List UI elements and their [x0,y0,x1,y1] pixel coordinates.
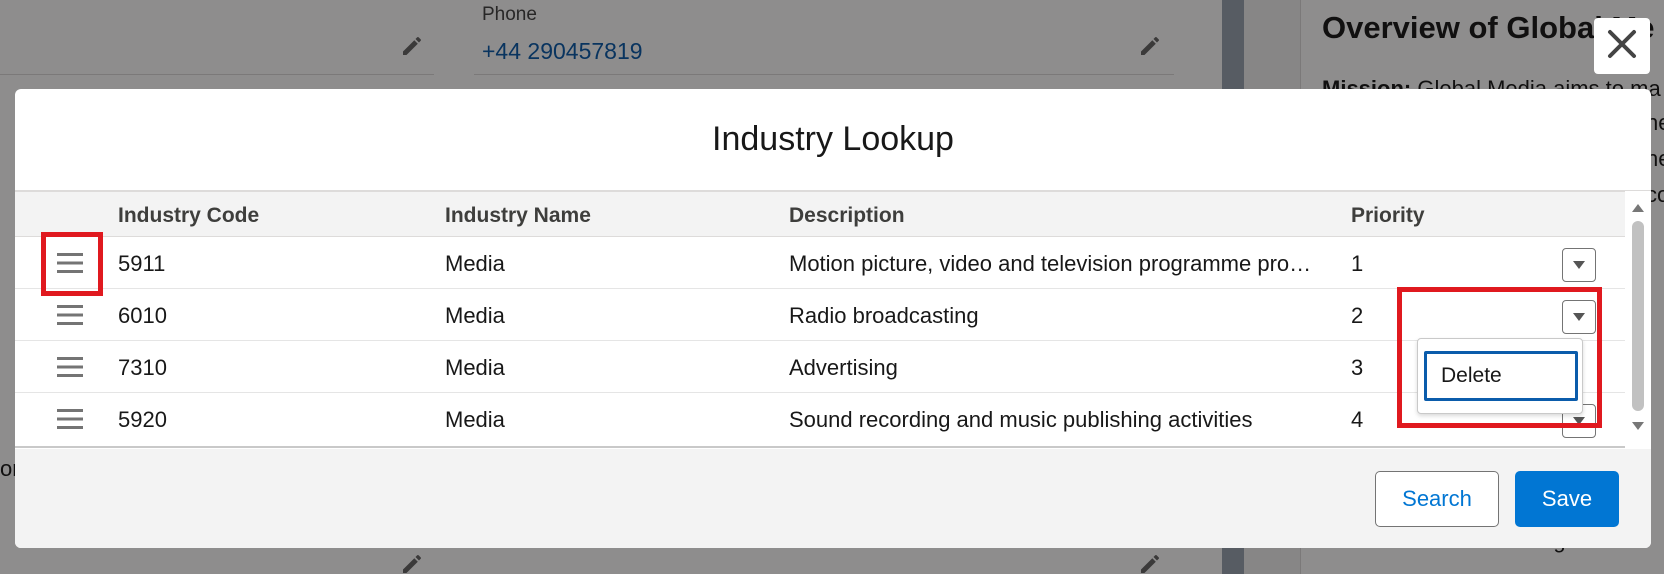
table-row: 7310 Media Advertising 3 [15,341,1625,393]
cell-industry-code: 5911 [118,251,166,276]
scroll-up-arrow-icon[interactable] [1631,201,1645,213]
cell-industry-name: Media [445,251,505,276]
highlight-box-row-menu [1397,287,1602,428]
search-button[interactable]: Search [1375,471,1499,527]
table-row: 5920 Media Sound recording and music pub… [15,393,1625,445]
cell-industry-name: Media [445,407,505,432]
cell-description: Sound recording and music publishing act… [789,407,1253,432]
row-actions-button[interactable] [1562,248,1596,282]
save-button[interactable]: Save [1515,471,1619,527]
scroll-thumb[interactable] [1632,221,1644,411]
column-header-description[interactable]: Description [789,204,905,228]
highlight-box-drag-handle [41,232,103,296]
column-header-industry-name[interactable]: Industry Name [445,204,591,228]
cell-description: Advertising [789,355,898,380]
modal-title: Industry Lookup [712,120,954,158]
cell-industry-name: Media [445,303,505,328]
cell-industry-code: 5920 [118,407,167,432]
close-button[interactable] [1594,18,1650,74]
cell-industry-code: 6010 [118,303,167,328]
modal-header: Industry Lookup [15,89,1651,191]
column-header-priority[interactable]: Priority [1351,204,1425,228]
drag-handle-icon[interactable] [55,406,85,432]
cell-priority: 1 [1351,251,1364,276]
drag-handle-icon[interactable] [55,302,85,328]
table-row: 6010 Media Radio broadcasting 2 [15,289,1625,341]
cell-industry-code: 7310 [118,355,167,380]
chevron-down-icon [1573,261,1585,269]
scroll-down-arrow-icon[interactable] [1631,419,1645,431]
table-scrollbar[interactable] [1625,191,1651,448]
column-header-industry-code[interactable]: Industry Code [118,204,259,228]
table-row: 5911 Media Motion picture, video and tel… [15,237,1625,289]
cell-description: Radio broadcasting [789,303,979,328]
cell-description: Motion picture, video and television pro… [789,251,1323,276]
drag-handle-icon[interactable] [55,354,85,380]
table-header: Industry Code Industry Name Description … [15,191,1625,237]
close-icon [1604,26,1640,67]
cell-industry-name: Media [445,355,505,380]
